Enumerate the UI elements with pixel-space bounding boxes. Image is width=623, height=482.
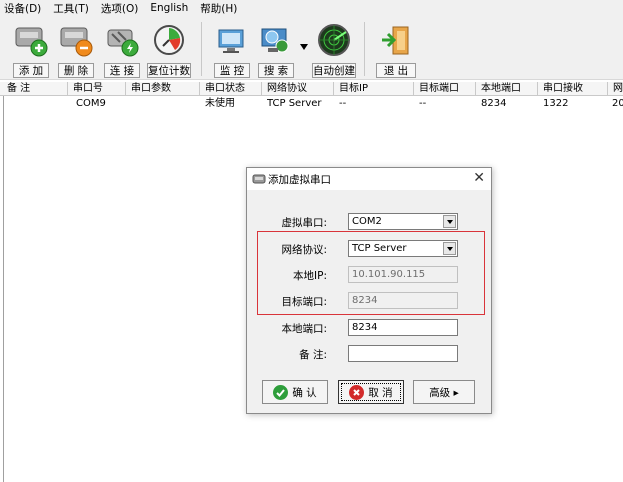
cell-local-port: 8234 bbox=[481, 98, 507, 109]
cancel-button-label: 取 消 bbox=[368, 386, 393, 399]
connect-button-label: 连 接 bbox=[104, 63, 140, 78]
col-target-port[interactable]: 目标端口 bbox=[416, 82, 476, 96]
add-virtual-port-dialog: 添加虚拟串口 ✕ 虚拟串口: COM2 网络协议: TCP Server 本地I… bbox=[246, 167, 492, 414]
protocol-value: TCP Server bbox=[352, 243, 407, 254]
cancel-button[interactable]: 取 消 bbox=[338, 380, 404, 404]
ok-button-label: 确 认 bbox=[292, 386, 317, 399]
app-port-icon bbox=[252, 174, 266, 184]
col-port[interactable]: 串口号 bbox=[70, 82, 126, 96]
col-note[interactable]: 备 注 bbox=[4, 82, 68, 96]
col-local-port[interactable]: 本地端口 bbox=[478, 82, 538, 96]
menu-tools[interactable]: 工具(T) bbox=[53, 1, 89, 16]
toolbar: 添 加 删 除 连 接 复位计数 监 控 搜 索 自动创建 退 出 bbox=[0, 16, 623, 80]
toolbar-separator bbox=[201, 22, 202, 76]
menu-help[interactable]: 帮助(H) bbox=[200, 1, 237, 16]
search-network-icon bbox=[261, 28, 289, 53]
menu-bar: 设备(D) 工具(T) 选项(O) English 帮助(H) bbox=[0, 0, 623, 16]
local-ip-field: 10.101.90.115 bbox=[348, 266, 458, 283]
radar-icon bbox=[318, 24, 350, 56]
col-protocol[interactable]: 网络协议 bbox=[264, 82, 334, 96]
menu-options[interactable]: 选项(O) bbox=[101, 1, 138, 16]
col-net[interactable]: 网 bbox=[610, 82, 623, 96]
auto-create-button[interactable]: 自动创建 bbox=[312, 20, 356, 78]
search-button[interactable]: 搜 索 bbox=[258, 20, 294, 78]
cell-port: COM9 bbox=[76, 98, 106, 109]
ok-button[interactable]: 确 认 bbox=[262, 380, 328, 404]
virtual-port-value: COM2 bbox=[352, 216, 382, 227]
cell-port-recv: 1322 bbox=[543, 98, 569, 109]
cell-net: 20 bbox=[612, 98, 623, 109]
auto-create-button-label: 自动创建 bbox=[312, 63, 356, 78]
advanced-button-label: 高级 ▸ bbox=[429, 386, 459, 399]
reset-gauge-icon bbox=[154, 25, 184, 55]
delete-button-label: 删 除 bbox=[58, 63, 94, 78]
advanced-button[interactable]: 高级 ▸ bbox=[413, 380, 475, 404]
search-dropdown-arrow-icon[interactable] bbox=[300, 44, 308, 50]
exit-door-icon bbox=[382, 26, 409, 55]
target-port-label: 目标端口: bbox=[281, 296, 327, 308]
local-port-label: 本地端口: bbox=[281, 323, 327, 335]
local-port-field[interactable]: 8234 bbox=[348, 319, 458, 336]
col-port-params[interactable]: 串口参数 bbox=[128, 82, 200, 96]
menu-device[interactable]: 设备(D) bbox=[4, 1, 41, 16]
delete-port-icon bbox=[60, 27, 93, 57]
cell-note bbox=[7, 97, 67, 110]
monitor-screen-icon bbox=[218, 29, 244, 53]
protocol-select[interactable]: TCP Server bbox=[348, 240, 458, 257]
table-left-border bbox=[3, 96, 4, 482]
cell-port-status: 未使用 bbox=[205, 98, 235, 109]
local-ip-label: 本地IP: bbox=[293, 270, 327, 282]
search-button-label: 搜 索 bbox=[258, 63, 294, 78]
note-label: 备 注: bbox=[299, 349, 327, 361]
virtual-port-label: 虚拟串口: bbox=[281, 217, 327, 229]
cell-target-ip: -- bbox=[339, 98, 347, 109]
col-port-recv[interactable]: 串口接收 bbox=[540, 82, 608, 96]
menu-english[interactable]: English bbox=[150, 2, 188, 14]
col-port-status[interactable]: 串口状态 bbox=[202, 82, 262, 96]
cell-port-params bbox=[131, 97, 199, 110]
col-target-ip[interactable]: 目标IP bbox=[336, 82, 414, 96]
virtual-port-select[interactable]: COM2 bbox=[348, 213, 458, 230]
connect-button[interactable]: 连 接 bbox=[104, 20, 140, 78]
add-button[interactable]: 添 加 bbox=[13, 20, 49, 78]
exit-button[interactable]: 退 出 bbox=[376, 20, 416, 78]
cell-protocol: TCP Server bbox=[267, 98, 322, 109]
cell-target-port: -- bbox=[419, 98, 427, 109]
chevron-down-icon bbox=[443, 242, 456, 255]
connect-plug-icon bbox=[107, 29, 139, 57]
add-port-icon bbox=[15, 27, 48, 57]
note-field[interactable] bbox=[348, 345, 458, 362]
exit-button-label: 退 出 bbox=[376, 63, 416, 78]
monitor-button-label: 监 控 bbox=[214, 63, 250, 78]
close-icon[interactable]: ✕ bbox=[473, 170, 485, 186]
monitor-button[interactable]: 监 控 bbox=[214, 20, 250, 78]
target-port-field: 8234 bbox=[348, 292, 458, 309]
protocol-label: 网络协议: bbox=[281, 244, 327, 256]
port-table-header: 备 注 串口号 串口参数 串口状态 网络协议 目标IP 目标端口 本地端口 串口… bbox=[0, 82, 623, 96]
add-button-label: 添 加 bbox=[13, 63, 49, 78]
check-icon bbox=[273, 384, 289, 400]
table-row[interactable]: COM9 未使用 TCP Server -- -- 8234 1322 20 bbox=[0, 97, 623, 110]
chevron-down-icon bbox=[443, 215, 456, 228]
reset-count-button-label: 复位计数 bbox=[147, 63, 191, 78]
dialog-title: 添加虚拟串口 bbox=[268, 174, 331, 186]
cancel-x-icon bbox=[349, 384, 365, 400]
delete-button[interactable]: 删 除 bbox=[58, 20, 94, 78]
toolbar-separator bbox=[364, 22, 365, 76]
dialog-title-bar[interactable]: 添加虚拟串口 ✕ bbox=[247, 168, 491, 190]
reset-count-button[interactable]: 复位计数 bbox=[147, 20, 191, 78]
